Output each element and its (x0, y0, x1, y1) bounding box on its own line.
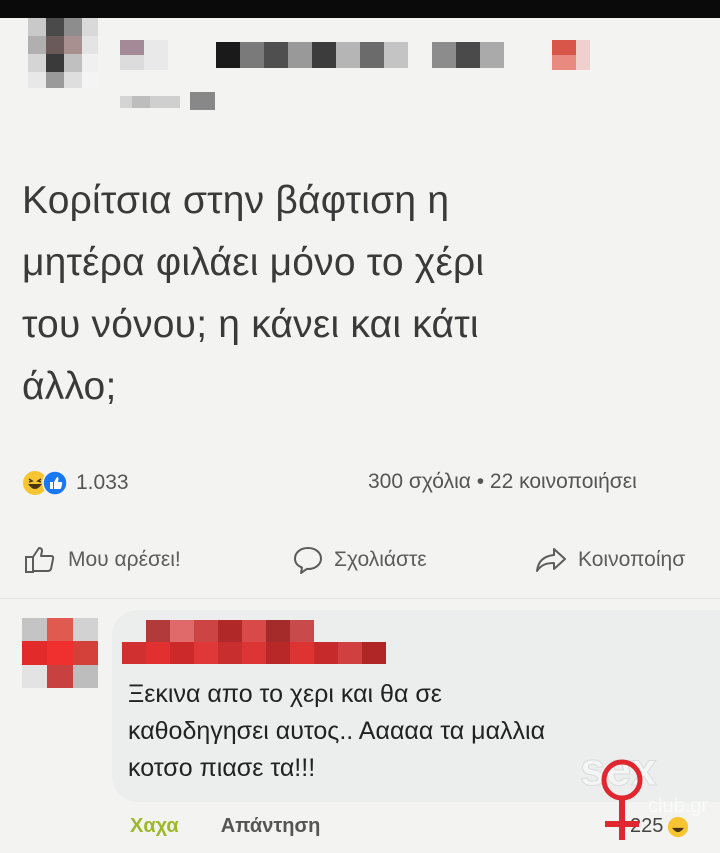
commenter-name-redacted[interactable] (122, 620, 402, 666)
reaction-count: 1.033 (76, 471, 129, 494)
comment-button[interactable]: Σχολιάστε (292, 545, 427, 575)
svg-text:sex: sex (580, 743, 657, 795)
reaction-icons (22, 470, 68, 496)
share-arrow-icon (536, 548, 566, 572)
poster-name-redacted[interactable] (120, 40, 590, 70)
like-button[interactable]: Μου αρέσει! (24, 545, 181, 575)
share-label: Κοινοποίησ (578, 548, 686, 571)
post-actions-bar: Μου αρέσει! Σχολιάστε Κοινοποίησ (0, 545, 720, 591)
comment-bubble-icon (294, 547, 322, 574)
haha-reaction-link[interactable]: Χαχα (130, 815, 179, 838)
reactions-summary[interactable]: 1.033 (22, 468, 129, 498)
status-bar (0, 0, 720, 18)
post-text: Κορίτσια στην βάφτιση η μητέρα φιλάει μό… (22, 179, 485, 408)
commenter-avatar-redacted[interactable] (22, 618, 98, 688)
comment-label: Σχολιάστε (334, 548, 427, 571)
like-icon (42, 470, 68, 496)
comments-shares-count[interactable]: 300 σχόλια • 22 κοινοποιήσει (368, 470, 637, 494)
post-time-redacted (120, 92, 215, 110)
comment-footer: Χαχα Απάντηση (130, 815, 320, 838)
divider (0, 598, 720, 599)
share-button[interactable]: Κοινοποίησ (534, 545, 685, 575)
poster-avatar-redacted[interactable] (28, 18, 98, 88)
thumbs-up-icon (25, 547, 55, 573)
reply-link[interactable]: Απάντηση (221, 815, 321, 838)
like-label: Μου αρέσει! (68, 548, 181, 571)
svg-text:club.gr: club.gr (648, 795, 708, 817)
sexclub-watermark-logo: sex club.gr (580, 743, 708, 840)
